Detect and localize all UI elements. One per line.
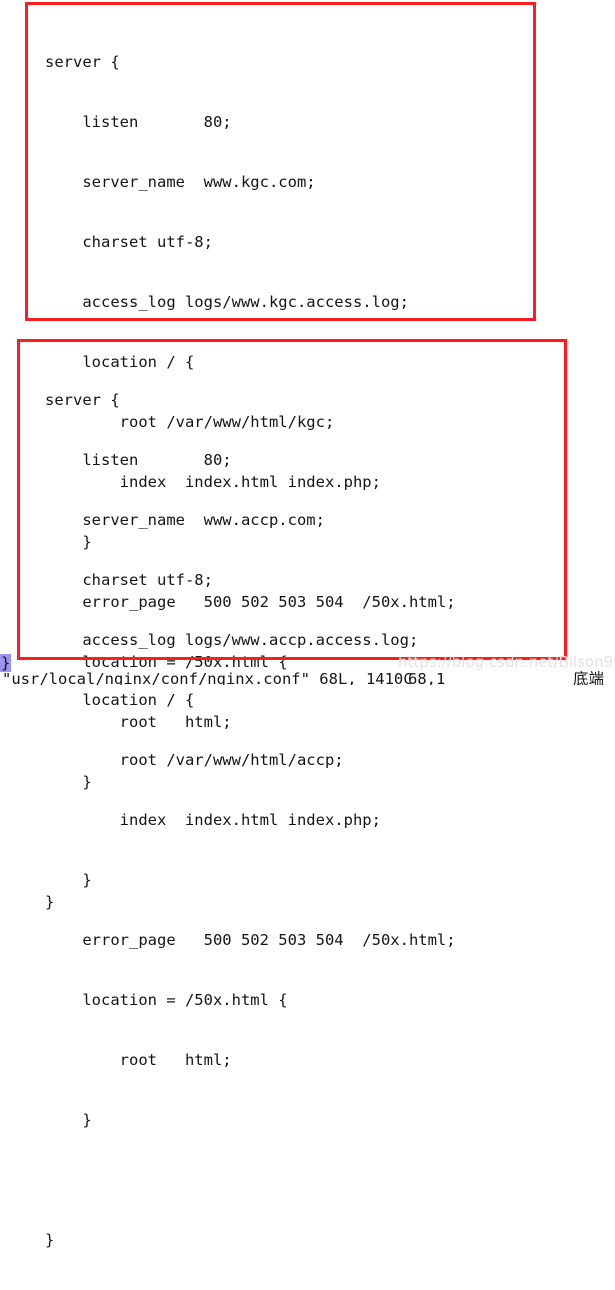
terminal-screen[interactable]: server { listen 80; server_name www.kgc.… bbox=[0, 0, 615, 1249]
code-line: charset utf-8; bbox=[45, 233, 213, 251]
code-line: } bbox=[45, 1231, 55, 1249]
code-block-accp-server[interactable]: server { listen 80; server_name www.accp… bbox=[45, 350, 456, 1290]
code-line: server { bbox=[45, 53, 120, 71]
vim-status-cursor-position: 68,1 bbox=[408, 670, 446, 685]
code-line: access_log logs/www.accp.access.log; bbox=[45, 631, 419, 649]
code-line: server { bbox=[45, 391, 120, 409]
code-line: charset utf-8; bbox=[45, 571, 213, 589]
code-line: location = /50x.html { bbox=[45, 991, 288, 1009]
code-line: listen 80; bbox=[45, 451, 232, 469]
code-line: error_page 500 502 503 504 /50x.html; bbox=[45, 931, 456, 949]
code-line: } bbox=[45, 871, 92, 889]
code-line: location / { bbox=[45, 691, 195, 709]
vim-status-mode-label: 底端 bbox=[573, 670, 605, 685]
vim-status-bar: "usr/local/nginx/conf/nginx.conf" 68L, 1… bbox=[0, 669, 615, 685]
code-line: access_log logs/www.kgc.access.log; bbox=[45, 293, 409, 311]
vim-status-filename: "usr/local/nginx/conf/nginx.conf" 68L, 1… bbox=[2, 670, 413, 685]
code-line: root /var/www/html/accp; bbox=[45, 751, 344, 769]
code-line: server_name www.accp.com; bbox=[45, 511, 325, 529]
code-line: listen 80; bbox=[45, 113, 232, 131]
code-line: } bbox=[45, 1111, 92, 1129]
code-line: root html; bbox=[45, 1051, 232, 1069]
code-line: index index.html index.php; bbox=[45, 811, 381, 829]
code-line: server_name www.kgc.com; bbox=[45, 173, 316, 191]
